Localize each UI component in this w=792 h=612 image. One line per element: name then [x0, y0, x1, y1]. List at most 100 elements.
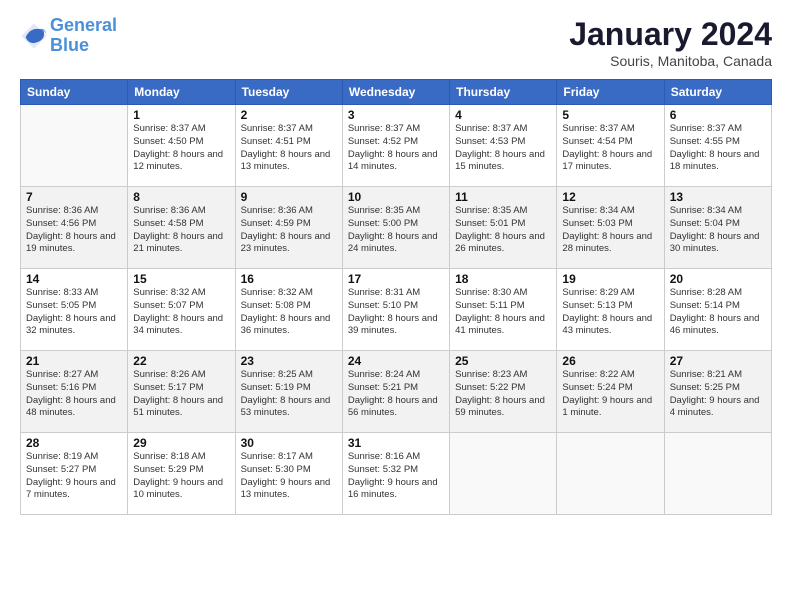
- calendar-cell: [450, 433, 557, 515]
- day-info: Sunrise: 8:37 AMSunset: 4:53 PMDaylight:…: [455, 123, 551, 174]
- day-info: Sunrise: 8:32 AMSunset: 5:08 PMDaylight:…: [241, 287, 337, 338]
- header-friday: Friday: [557, 80, 664, 105]
- header-sunday: Sunday: [21, 80, 128, 105]
- day-number: 13: [670, 190, 766, 204]
- calendar-cell: 28Sunrise: 8:19 AMSunset: 5:27 PMDayligh…: [21, 433, 128, 515]
- calendar-cell: 1Sunrise: 8:37 AMSunset: 4:50 PMDaylight…: [128, 105, 235, 187]
- calendar-week-row: 14Sunrise: 8:33 AMSunset: 5:05 PMDayligh…: [21, 269, 772, 351]
- header-thursday: Thursday: [450, 80, 557, 105]
- day-info: Sunrise: 8:34 AMSunset: 5:03 PMDaylight:…: [562, 205, 658, 256]
- header-tuesday: Tuesday: [235, 80, 342, 105]
- day-info: Sunrise: 8:37 AMSunset: 4:51 PMDaylight:…: [241, 123, 337, 174]
- title-block: January 2024 Souris, Manitoba, Canada: [569, 16, 772, 69]
- day-info: Sunrise: 8:29 AMSunset: 5:13 PMDaylight:…: [562, 287, 658, 338]
- day-info: Sunrise: 8:17 AMSunset: 5:30 PMDaylight:…: [241, 451, 337, 502]
- day-info: Sunrise: 8:27 AMSunset: 5:16 PMDaylight:…: [26, 369, 122, 420]
- calendar-week-row: 7Sunrise: 8:36 AMSunset: 4:56 PMDaylight…: [21, 187, 772, 269]
- calendar: SundayMondayTuesdayWednesdayThursdayFrid…: [20, 79, 772, 515]
- calendar-cell: 21Sunrise: 8:27 AMSunset: 5:16 PMDayligh…: [21, 351, 128, 433]
- header-wednesday: Wednesday: [342, 80, 449, 105]
- calendar-cell: 27Sunrise: 8:21 AMSunset: 5:25 PMDayligh…: [664, 351, 771, 433]
- month-title: January 2024: [569, 16, 772, 53]
- calendar-cell: 19Sunrise: 8:29 AMSunset: 5:13 PMDayligh…: [557, 269, 664, 351]
- day-number: 26: [562, 354, 658, 368]
- calendar-cell: [21, 105, 128, 187]
- day-info: Sunrise: 8:35 AMSunset: 5:00 PMDaylight:…: [348, 205, 444, 256]
- calendar-cell: 6Sunrise: 8:37 AMSunset: 4:55 PMDaylight…: [664, 105, 771, 187]
- calendar-cell: [557, 433, 664, 515]
- day-number: 23: [241, 354, 337, 368]
- day-info: Sunrise: 8:28 AMSunset: 5:14 PMDaylight:…: [670, 287, 766, 338]
- calendar-cell: 14Sunrise: 8:33 AMSunset: 5:05 PMDayligh…: [21, 269, 128, 351]
- header-saturday: Saturday: [664, 80, 771, 105]
- day-number: 30: [241, 436, 337, 450]
- day-info: Sunrise: 8:18 AMSunset: 5:29 PMDaylight:…: [133, 451, 229, 502]
- calendar-cell: 31Sunrise: 8:16 AMSunset: 5:32 PMDayligh…: [342, 433, 449, 515]
- day-number: 31: [348, 436, 444, 450]
- day-info: Sunrise: 8:25 AMSunset: 5:19 PMDaylight:…: [241, 369, 337, 420]
- day-number: 3: [348, 108, 444, 122]
- logo: General Blue: [20, 16, 117, 56]
- day-info: Sunrise: 8:36 AMSunset: 4:59 PMDaylight:…: [241, 205, 337, 256]
- calendar-cell: 15Sunrise: 8:32 AMSunset: 5:07 PMDayligh…: [128, 269, 235, 351]
- calendar-cell: 7Sunrise: 8:36 AMSunset: 4:56 PMDaylight…: [21, 187, 128, 269]
- day-info: Sunrise: 8:23 AMSunset: 5:22 PMDaylight:…: [455, 369, 551, 420]
- calendar-cell: 26Sunrise: 8:22 AMSunset: 5:24 PMDayligh…: [557, 351, 664, 433]
- day-number: 14: [26, 272, 122, 286]
- day-number: 19: [562, 272, 658, 286]
- location: Souris, Manitoba, Canada: [569, 53, 772, 69]
- calendar-cell: 25Sunrise: 8:23 AMSunset: 5:22 PMDayligh…: [450, 351, 557, 433]
- calendar-cell: [664, 433, 771, 515]
- day-info: Sunrise: 8:22 AMSunset: 5:24 PMDaylight:…: [562, 369, 658, 420]
- day-info: Sunrise: 8:32 AMSunset: 5:07 PMDaylight:…: [133, 287, 229, 338]
- calendar-cell: 20Sunrise: 8:28 AMSunset: 5:14 PMDayligh…: [664, 269, 771, 351]
- calendar-cell: 22Sunrise: 8:26 AMSunset: 5:17 PMDayligh…: [128, 351, 235, 433]
- day-number: 15: [133, 272, 229, 286]
- logo-line2: Blue: [50, 35, 89, 55]
- day-number: 18: [455, 272, 551, 286]
- day-info: Sunrise: 8:36 AMSunset: 4:58 PMDaylight:…: [133, 205, 229, 256]
- logo-line1: General: [50, 15, 117, 35]
- calendar-cell: 23Sunrise: 8:25 AMSunset: 5:19 PMDayligh…: [235, 351, 342, 433]
- day-number: 5: [562, 108, 658, 122]
- day-number: 8: [133, 190, 229, 204]
- day-number: 4: [455, 108, 551, 122]
- calendar-cell: 9Sunrise: 8:36 AMSunset: 4:59 PMDaylight…: [235, 187, 342, 269]
- calendar-cell: 10Sunrise: 8:35 AMSunset: 5:00 PMDayligh…: [342, 187, 449, 269]
- day-info: Sunrise: 8:21 AMSunset: 5:25 PMDaylight:…: [670, 369, 766, 420]
- day-number: 21: [26, 354, 122, 368]
- day-info: Sunrise: 8:35 AMSunset: 5:01 PMDaylight:…: [455, 205, 551, 256]
- day-info: Sunrise: 8:33 AMSunset: 5:05 PMDaylight:…: [26, 287, 122, 338]
- day-info: Sunrise: 8:31 AMSunset: 5:10 PMDaylight:…: [348, 287, 444, 338]
- day-number: 25: [455, 354, 551, 368]
- day-number: 27: [670, 354, 766, 368]
- calendar-cell: 29Sunrise: 8:18 AMSunset: 5:29 PMDayligh…: [128, 433, 235, 515]
- calendar-cell: 16Sunrise: 8:32 AMSunset: 5:08 PMDayligh…: [235, 269, 342, 351]
- calendar-cell: 2Sunrise: 8:37 AMSunset: 4:51 PMDaylight…: [235, 105, 342, 187]
- calendar-cell: 24Sunrise: 8:24 AMSunset: 5:21 PMDayligh…: [342, 351, 449, 433]
- day-number: 1: [133, 108, 229, 122]
- day-number: 22: [133, 354, 229, 368]
- logo-text: General Blue: [50, 16, 117, 56]
- header-monday: Monday: [128, 80, 235, 105]
- calendar-cell: 30Sunrise: 8:17 AMSunset: 5:30 PMDayligh…: [235, 433, 342, 515]
- calendar-cell: 5Sunrise: 8:37 AMSunset: 4:54 PMDaylight…: [557, 105, 664, 187]
- day-info: Sunrise: 8:37 AMSunset: 4:52 PMDaylight:…: [348, 123, 444, 174]
- calendar-cell: 13Sunrise: 8:34 AMSunset: 5:04 PMDayligh…: [664, 187, 771, 269]
- calendar-week-row: 1Sunrise: 8:37 AMSunset: 4:50 PMDaylight…: [21, 105, 772, 187]
- calendar-cell: 8Sunrise: 8:36 AMSunset: 4:58 PMDaylight…: [128, 187, 235, 269]
- day-number: 11: [455, 190, 551, 204]
- day-info: Sunrise: 8:24 AMSunset: 5:21 PMDaylight:…: [348, 369, 444, 420]
- day-info: Sunrise: 8:36 AMSunset: 4:56 PMDaylight:…: [26, 205, 122, 256]
- day-number: 17: [348, 272, 444, 286]
- day-number: 29: [133, 436, 229, 450]
- calendar-week-row: 28Sunrise: 8:19 AMSunset: 5:27 PMDayligh…: [21, 433, 772, 515]
- day-number: 9: [241, 190, 337, 204]
- day-info: Sunrise: 8:19 AMSunset: 5:27 PMDaylight:…: [26, 451, 122, 502]
- day-info: Sunrise: 8:37 AMSunset: 4:55 PMDaylight:…: [670, 123, 766, 174]
- calendar-cell: 17Sunrise: 8:31 AMSunset: 5:10 PMDayligh…: [342, 269, 449, 351]
- calendar-cell: 3Sunrise: 8:37 AMSunset: 4:52 PMDaylight…: [342, 105, 449, 187]
- day-info: Sunrise: 8:26 AMSunset: 5:17 PMDaylight:…: [133, 369, 229, 420]
- calendar-cell: 12Sunrise: 8:34 AMSunset: 5:03 PMDayligh…: [557, 187, 664, 269]
- day-info: Sunrise: 8:37 AMSunset: 4:50 PMDaylight:…: [133, 123, 229, 174]
